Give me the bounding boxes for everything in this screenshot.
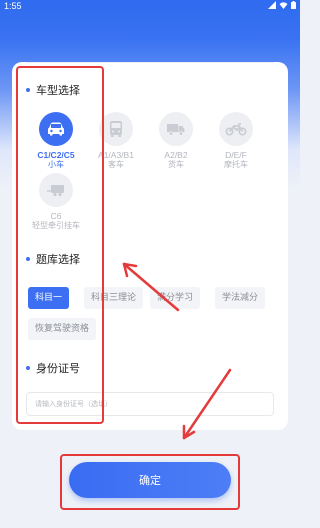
settings-card: 车型选择 C1/C2/C5 小车 A1/A3/B1 客车 A2/B2 货车 D/… [12, 62, 288, 430]
bullet-dot [26, 257, 30, 261]
wifi-icon [279, 2, 288, 9]
vehicle-code: A2/B2 [164, 150, 188, 160]
trailer-icon [39, 173, 73, 207]
vehicle-option-trailer[interactable]: C6 轻型牵引挂车 [26, 173, 86, 231]
bullet-dot [26, 88, 30, 92]
vehicle-name: 小车 [48, 160, 64, 169]
confirm-button[interactable]: 确定 [69, 462, 231, 498]
vehicle-name: 轻型牵引挂车 [32, 221, 80, 230]
bullet-dot [26, 366, 30, 370]
tag-restore-license[interactable]: 恢复驾驶资格 [28, 318, 97, 340]
tag-law-study-deduction[interactable]: 学法减分 [215, 287, 266, 309]
truck-icon [159, 112, 193, 146]
vehicle-type-title: 车型选择 [36, 84, 80, 97]
vehicle-code: A1/A3/B1 [98, 150, 134, 160]
signal-icon [268, 1, 276, 9]
vehicle-code: D/E/F [225, 150, 247, 160]
status-bar: 1:55 [0, 0, 300, 14]
vehicle-option-truck[interactable]: A2/B2 货车 [146, 112, 206, 170]
bus-icon [99, 112, 133, 146]
motorcycle-icon [219, 112, 253, 146]
question-bank-heading: 题库选择 [26, 251, 80, 267]
tag-full-score-study[interactable]: 满分学习 [150, 287, 201, 309]
vehicle-type-heading: 车型选择 [26, 82, 80, 98]
tag-subject-one[interactable]: 科目一 [28, 287, 70, 309]
car-icon [39, 112, 73, 146]
id-number-title: 身份证号 [36, 362, 80, 375]
status-time: 1:55 [4, 1, 22, 11]
vehicle-name: 客车 [108, 160, 124, 169]
vehicle-name: 摩托车 [224, 160, 248, 169]
question-bank-title: 题库选择 [36, 253, 80, 266]
tag-subject-three-theory[interactable]: 科目三理论 [84, 287, 144, 309]
id-number-input[interactable] [26, 392, 274, 416]
vehicle-option-bus[interactable]: A1/A3/B1 客车 [86, 112, 146, 170]
status-icons [268, 1, 296, 9]
vehicle-code: C6 [50, 211, 62, 221]
vehicle-name: 货车 [168, 160, 184, 169]
divider [26, 62, 274, 63]
vehicle-option-car[interactable]: C1/C2/C5 小车 [26, 112, 86, 170]
vehicle-option-motorcycle[interactable]: D/E/F 摩托车 [206, 112, 266, 170]
battery-icon [291, 1, 296, 9]
id-number-heading: 身份证号 [26, 360, 80, 376]
vehicle-code: C1/C2/C5 [37, 150, 75, 160]
